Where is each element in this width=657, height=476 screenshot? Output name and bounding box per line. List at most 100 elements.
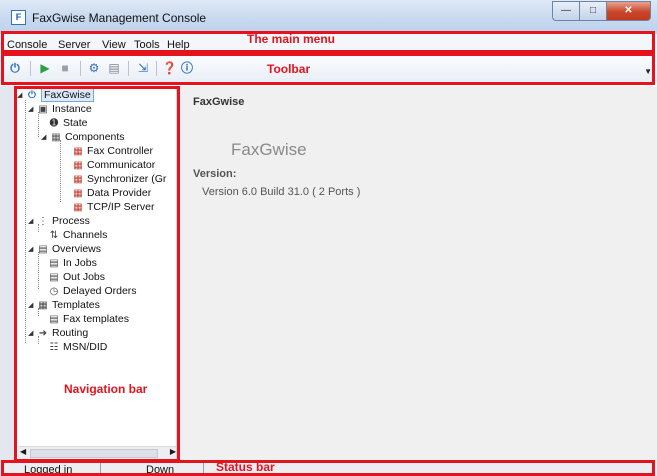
title-bar: F FaxGwise Management Console — □ ✕ xyxy=(0,0,657,34)
stop-icon[interactable]: ■ xyxy=(58,61,72,75)
annotation-main-menu: The main menu xyxy=(247,32,336,46)
network-icon: ☷ xyxy=(49,341,59,353)
tree-label: Process xyxy=(52,215,90,227)
menu-help[interactable]: Help xyxy=(167,39,190,51)
window-controls: — □ ✕ xyxy=(552,1,651,21)
play-icon[interactable]: ▶ xyxy=(38,61,52,75)
toolbar-separator xyxy=(156,61,157,76)
tree-label: Communicator xyxy=(87,159,156,171)
component-icon: ▦ xyxy=(73,201,83,213)
tree-node-data-provider[interactable]: ▦ Data Provider xyxy=(72,186,151,200)
toolbar-separator xyxy=(128,61,129,76)
navigation-tree: ◢ ⏻ FaxGwise ◢ ▣ Instance ➊ State ◢ ▦ Co… xyxy=(14,86,185,458)
annotation-toolbar: Toolbar xyxy=(267,62,311,76)
tree-node-fax-controller[interactable]: ▦ Fax Controller xyxy=(72,144,153,158)
details-header: FaxGwise xyxy=(193,96,245,108)
status-separator xyxy=(203,463,204,475)
tree-node-fax-templates[interactable]: ▤ Fax templates xyxy=(48,312,129,326)
tree-node-out-jobs[interactable]: ▤ Out Jobs xyxy=(48,270,105,284)
expand-arrow-icon[interactable]: ◢ xyxy=(28,329,37,337)
expand-arrow-icon[interactable]: ◢ xyxy=(28,245,37,253)
tree-label: Fax Controller xyxy=(87,145,153,157)
inbox-icon: ▤ xyxy=(49,257,59,269)
expand-arrow-icon[interactable]: ◢ xyxy=(28,217,37,225)
tree-node-process[interactable]: ◢ ⋮ Process xyxy=(28,214,90,228)
chevron-down-icon[interactable]: ▼ xyxy=(644,67,652,76)
tree-node-routing[interactable]: ◢ ➜ Routing xyxy=(28,326,88,340)
tree-node-communicator[interactable]: ▦ Communicator xyxy=(72,158,155,172)
tree-label: Out Jobs xyxy=(63,271,106,283)
tree-node-components[interactable]: ◢ ▦ Components xyxy=(41,130,125,144)
product-name: FaxGwise xyxy=(231,140,307,159)
close-button[interactable]: ✕ xyxy=(606,1,651,21)
menu-tools[interactable]: Tools xyxy=(134,39,160,51)
tree-label: MSN/DID xyxy=(63,341,108,353)
templates-icon: ▦ xyxy=(38,299,48,311)
process-icon: ⋮ xyxy=(38,215,48,227)
expand-arrow-icon[interactable]: ◢ xyxy=(28,301,37,309)
tree-label: Components xyxy=(65,131,125,143)
help-icon[interactable]: ❓ xyxy=(162,61,177,75)
tree-label: Delayed Orders xyxy=(63,285,137,297)
monitor-icon: ▣ xyxy=(38,103,48,115)
tree-node-overviews[interactable]: ◢ ▤ Overviews xyxy=(28,242,101,256)
version-value: Version 6.0 Build 31.0 ( 2 Ports ) xyxy=(202,186,361,198)
tree-node-instance[interactable]: ◢ ▣ Instance xyxy=(28,102,92,116)
tree-label: State xyxy=(63,117,88,129)
list-icon[interactable]: ▤ xyxy=(107,61,121,75)
tree-node-channels[interactable]: ⇅ Channels xyxy=(48,228,108,242)
annotation-status-bar: Status bar xyxy=(216,460,275,474)
expand-arrow-icon[interactable]: ◢ xyxy=(41,133,50,141)
server-status: Down xyxy=(146,464,175,476)
overview-icon: ▤ xyxy=(38,243,48,255)
tree-label: Overviews xyxy=(52,243,102,255)
tree-label: TCP/IP Server xyxy=(87,201,155,213)
menu-view[interactable]: View xyxy=(102,39,126,51)
channels-icon: ⇅ xyxy=(49,229,59,241)
chip-icon: ▦ xyxy=(51,131,61,143)
tree-node-faxgwise[interactable]: ◢ ⏻ FaxGwise xyxy=(17,88,94,102)
details-pane: FaxGwise FaxGwise Version: Version 6.0 B… xyxy=(183,86,657,462)
tree-node-tcpip-server[interactable]: ▦ TCP/IP Server xyxy=(72,200,155,214)
tree-label: Fax templates xyxy=(63,313,129,325)
component-icon: ▦ xyxy=(73,187,83,199)
menu-console[interactable]: Console xyxy=(7,39,47,51)
scrollbar-thumb[interactable] xyxy=(30,449,158,458)
menu-server[interactable]: Server xyxy=(58,39,90,51)
gear-icon[interactable]: ⚙ xyxy=(87,61,101,75)
scroll-left-icon[interactable]: ◀ xyxy=(20,447,26,456)
status-bar: Logged in Down xyxy=(0,462,657,476)
outbox-icon: ▤ xyxy=(49,271,59,283)
toolbar-separator xyxy=(80,61,81,76)
tree-label: Channels xyxy=(63,229,108,241)
toolbar: ⏻ ▶ ■ ⚙ ▤ ⇲ ❓ ⓘ ▼ xyxy=(0,55,657,82)
tree-node-state[interactable]: ➊ State xyxy=(48,116,88,130)
login-status: Logged in xyxy=(24,464,73,476)
tree-label: Instance xyxy=(52,103,92,115)
export-icon[interactable]: ⇲ xyxy=(136,61,150,75)
info-icon[interactable]: ⓘ xyxy=(180,61,194,75)
tree-node-synchronizer[interactable]: ▦ Synchronizer (Gr xyxy=(72,172,166,186)
minimize-button[interactable]: — xyxy=(552,1,579,21)
arrow-right-icon: ➜ xyxy=(38,327,48,339)
tree-node-msn-did[interactable]: ☷ MSN/DID xyxy=(48,340,108,354)
version-label: Version: xyxy=(193,168,237,180)
maximize-button[interactable]: □ xyxy=(579,1,606,21)
tree-label: Routing xyxy=(52,327,89,339)
tree-node-in-jobs[interactable]: ▤ In Jobs xyxy=(48,256,97,270)
status-separator xyxy=(100,463,101,475)
expand-arrow-icon[interactable]: ◢ xyxy=(28,105,37,113)
power-icon[interactable]: ⏻ xyxy=(8,61,22,75)
tree-node-delayed-orders[interactable]: ◷ Delayed Orders xyxy=(48,284,137,298)
tree-label: In Jobs xyxy=(63,257,97,269)
tree-guide xyxy=(38,252,39,289)
tree-node-templates[interactable]: ◢ ▦ Templates xyxy=(28,298,100,312)
info-icon: ➊ xyxy=(49,117,59,129)
component-icon: ▦ xyxy=(73,173,83,185)
power-icon: ⏻ xyxy=(28,89,36,101)
app-icon: F xyxy=(11,10,26,25)
expand-arrow-icon[interactable]: ◢ xyxy=(17,91,26,99)
tree-horizontal-scrollbar[interactable]: ◀ ▶ xyxy=(18,446,178,461)
clock-icon: ◷ xyxy=(49,285,59,297)
annotation-navigation-bar: Navigation bar xyxy=(64,382,148,396)
